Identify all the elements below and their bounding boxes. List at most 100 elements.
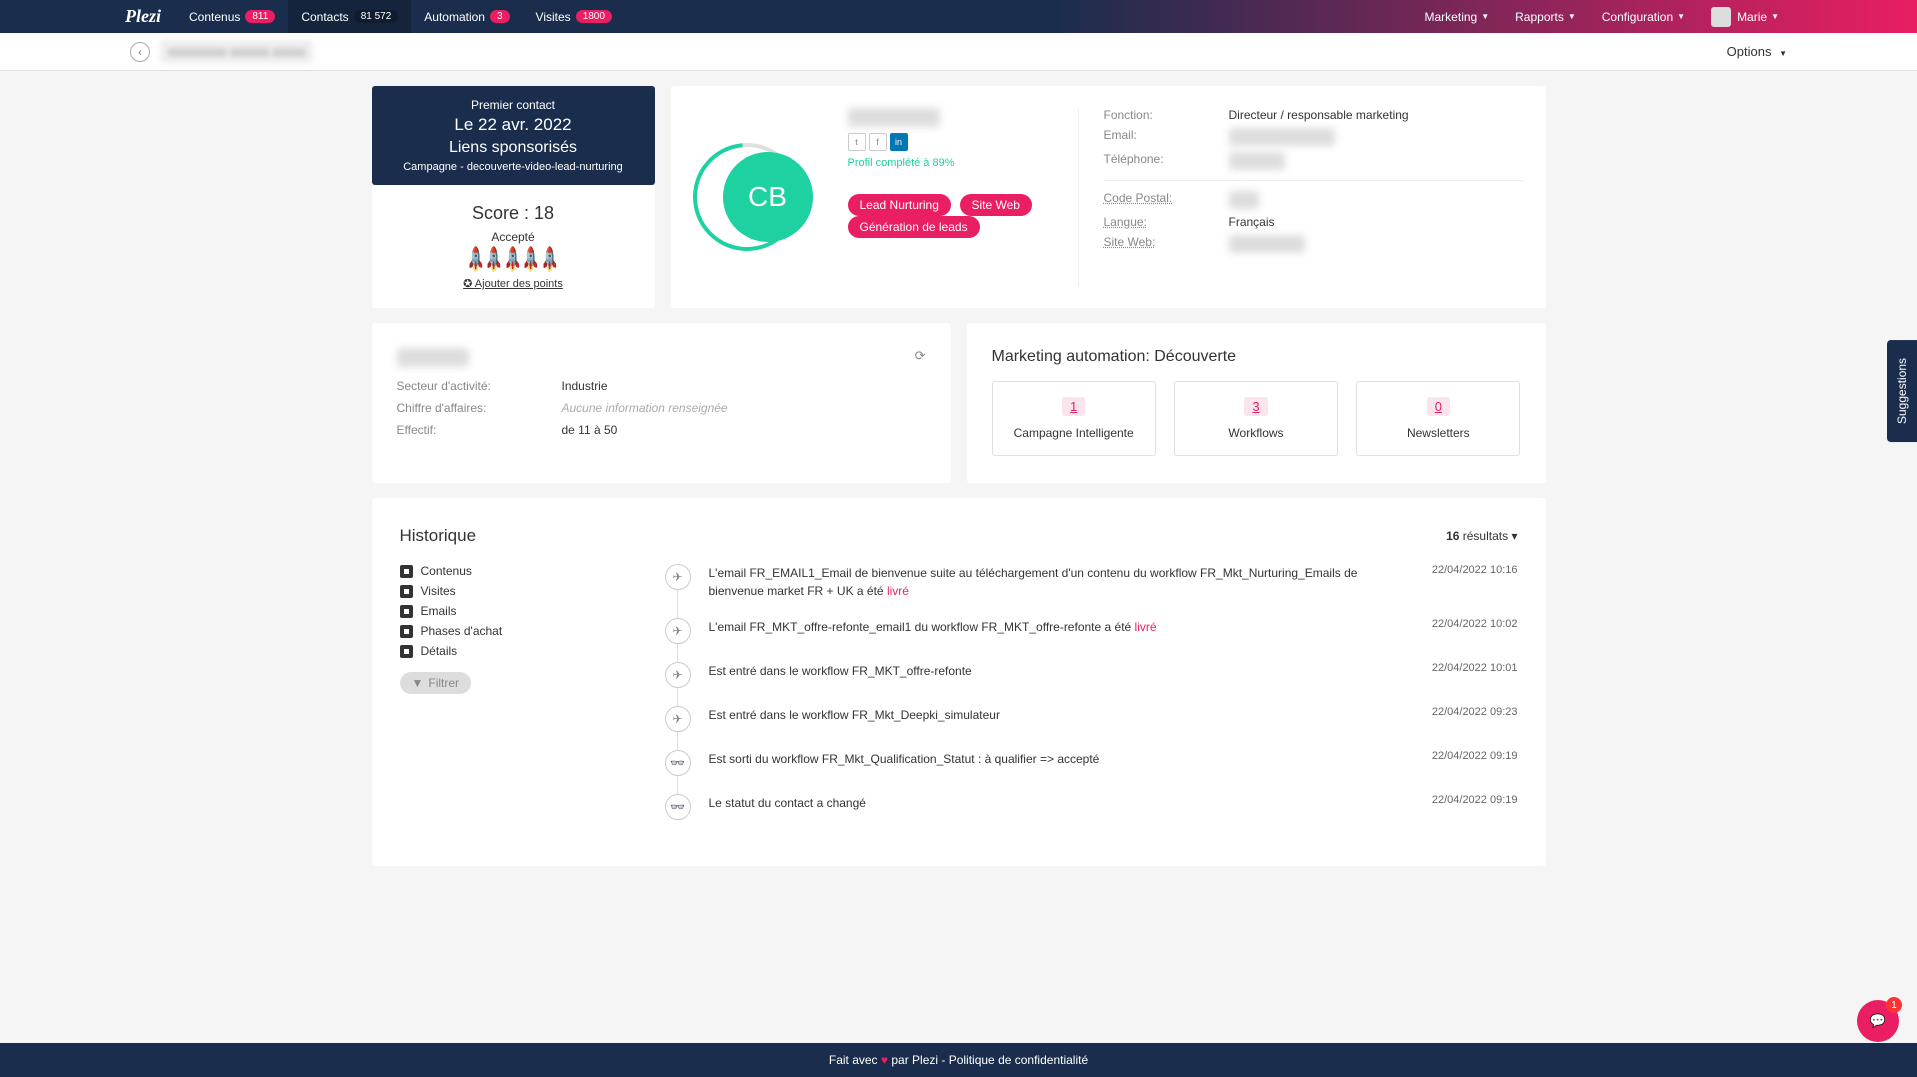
add-points-link[interactable]: ✪ Ajouter des points <box>463 277 563 290</box>
profile-completion: Profil complété à 89% <box>848 157 1078 169</box>
suggestions-tab[interactable]: Suggestions <box>1887 340 1917 442</box>
tag[interactable]: Génération de leads <box>848 216 980 238</box>
filter-button[interactable]: ▼Filtrer <box>400 672 472 694</box>
checkbox-icon <box>400 625 413 638</box>
timeline-text: L'email FR_MKT_offre-refonte_email1 du w… <box>709 618 1398 636</box>
auto-box-workflows[interactable]: 3 Workflows <box>1174 381 1338 456</box>
timeline-text: Est entré dans le workflow FR_Mkt_Deepki… <box>709 706 1398 724</box>
field-label: Secteur d'activité: <box>397 379 562 393</box>
timeline-item: ✈Est entré dans le workflow FR_Mkt_Deepk… <box>665 706 1518 732</box>
timeline-date: 22/04/2022 09:19 <box>1398 794 1518 806</box>
detail-value: x <box>1229 191 1259 209</box>
nav-label: Visites <box>536 10 571 24</box>
timeline-item: 👓Est sorti du workflow FR_Mkt_Qualificat… <box>665 750 1518 776</box>
filter-btn-label: Filtrer <box>428 676 459 690</box>
timeline-date: 22/04/2022 10:01 <box>1398 662 1518 674</box>
filter-phases[interactable]: Phases d'achat <box>400 624 615 638</box>
facebook-icon[interactable]: f <box>869 133 887 151</box>
brand-logo[interactable]: Plezi <box>125 6 161 27</box>
first-contact-date: Le 22 avr. 2022 <box>384 115 643 135</box>
detail-value: x <box>1229 128 1335 146</box>
detail-label: Code Postal: <box>1104 191 1229 209</box>
nav-configuration[interactable]: Configuration▼ <box>1589 0 1698 33</box>
history-title: Historique <box>400 526 477 546</box>
nav-label: Automation <box>424 10 485 24</box>
timeline-item: ✈Est entré dans le workflow FR_MKT_offre… <box>665 662 1518 688</box>
caret-icon: ▼ <box>1481 12 1489 21</box>
timeline-text: Est sorti du workflow FR_Mkt_Qualificati… <box>709 750 1398 768</box>
heart-icon: ♥ <box>881 1053 888 1067</box>
nav-user[interactable]: Marie▼ <box>1698 0 1792 33</box>
nav-contenus[interactable]: Contenus 811 <box>176 0 288 33</box>
auto-label: Workflows <box>1190 426 1322 440</box>
timeline-date: 22/04/2022 10:02 <box>1398 618 1518 630</box>
auto-box-campaign[interactable]: 1 Campagne Intelligente <box>992 381 1156 456</box>
auto-count: 3 <box>1244 397 1267 416</box>
footer-mid: par Plezi - <box>888 1053 949 1067</box>
filter-label: Visites <box>421 584 456 598</box>
nav-label: Rapports <box>1515 10 1564 24</box>
footer-prefix: Fait avec <box>829 1053 881 1067</box>
add-points-label: Ajouter des points <box>475 278 563 290</box>
filter-details[interactable]: Détails <box>400 644 615 658</box>
detail-label: Langue: <box>1104 215 1229 229</box>
nav-badge: 81 572 <box>354 10 399 23</box>
timeline-icon: 👓 <box>665 794 691 820</box>
history-count: 16 résultats ▾ <box>1446 529 1517 543</box>
auto-label: Campagne Intelligente <box>1008 426 1140 440</box>
first-contact-source: Liens sponsorisés <box>384 139 643 157</box>
detail-label: Site Web: <box>1104 235 1229 253</box>
chat-button[interactable]: 💬 1 <box>1857 1000 1899 1042</box>
contact-avatar: CB <box>723 152 813 242</box>
nav-label: Contenus <box>189 10 240 24</box>
chevron-down-icon[interactable]: ▾ <box>1511 529 1517 543</box>
field-label: Effectif: <box>397 423 562 437</box>
nav-visites[interactable]: Visites 1800 <box>523 0 625 33</box>
detail-value: Français <box>1229 215 1275 229</box>
filter-label: Contenus <box>421 564 472 578</box>
nav-badge: 1800 <box>576 10 612 23</box>
timeline-text: Le statut du contact a changé <box>709 794 1398 812</box>
privacy-link[interactable]: Politique de confidentialité <box>949 1053 1088 1067</box>
chat-icon: 💬 <box>1870 1013 1886 1029</box>
tag[interactable]: Site Web <box>960 194 1032 216</box>
detail-value: x <box>1229 235 1305 253</box>
twitter-icon[interactable]: t <box>848 133 866 151</box>
filter-contenus[interactable]: Contenus <box>400 564 615 578</box>
subheader: ‹ xxxxxxxxx xxxxxx xxxxx Options ▼ <box>0 33 1917 71</box>
back-button[interactable]: ‹ <box>130 42 150 62</box>
filter-visites[interactable]: Visites <box>400 584 615 598</box>
caret-icon: ▼ <box>1568 12 1576 21</box>
user-name: Marie <box>1737 10 1767 24</box>
detail-label: Email: <box>1104 128 1229 146</box>
linkedin-icon[interactable]: in <box>890 133 908 151</box>
filter-label: Emails <box>421 604 457 618</box>
contact-tags: Lead Nurturing Site Web Génération de le… <box>848 194 1078 238</box>
nav-contacts[interactable]: Contacts81 572 <box>288 0 411 33</box>
options-button[interactable]: Options ▼ <box>1727 44 1787 59</box>
checkbox-icon <box>400 645 413 658</box>
nav-automation[interactable]: Automation3 <box>411 0 522 33</box>
nav-marketing[interactable]: Marketing▼ <box>1412 0 1503 33</box>
nav-badge: 811 <box>245 10 275 23</box>
chat-badge: 1 <box>1886 997 1902 1013</box>
first-contact-title: Premier contact <box>384 98 643 112</box>
checkbox-icon <box>400 605 413 618</box>
caret-icon: ▼ <box>1677 12 1685 21</box>
automation-title: Marketing automation: Découverte <box>992 348 1521 366</box>
timeline-date: 22/04/2022 09:19 <box>1398 750 1518 762</box>
auto-label: Newsletters <box>1372 426 1504 440</box>
detail-value: x <box>1229 152 1285 170</box>
auto-box-newsletters[interactable]: 0Newsletters <box>1356 381 1520 456</box>
detail-label: Fonction: <box>1104 108 1229 122</box>
tag[interactable]: Lead Nurturing <box>848 194 951 216</box>
filter-emails[interactable]: Emails <box>400 604 615 618</box>
nav-rapports[interactable]: Rapports ▼ <box>1502 0 1589 33</box>
detail-value: Directeur / responsable marketing <box>1229 108 1409 122</box>
avatar-icon <box>1711 7 1731 27</box>
detail-label: Téléphone: <box>1104 152 1229 170</box>
field-value: Industrie <box>562 379 608 393</box>
field-value: de 11 à 50 <box>562 423 618 437</box>
field-value: Aucune information renseignée <box>562 401 728 415</box>
auto-count: 1 <box>1062 397 1085 416</box>
